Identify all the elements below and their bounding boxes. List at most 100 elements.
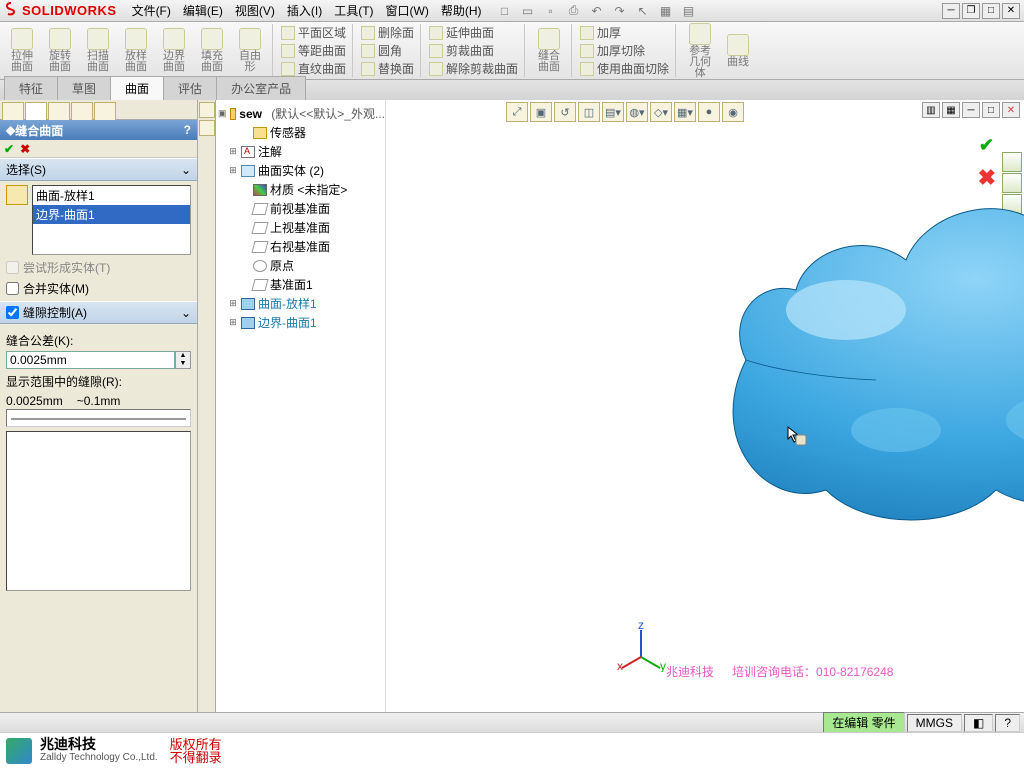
status-help-icon[interactable]: ? bbox=[995, 714, 1020, 732]
tree-top[interactable]: 上视基准面 bbox=[270, 219, 330, 236]
rb-thicken[interactable]: 加厚 bbox=[580, 24, 669, 41]
expand-icon[interactable]: ⊞ bbox=[228, 317, 238, 328]
tree-origin[interactable]: 原点 bbox=[270, 257, 294, 274]
rb-sweep-surface[interactable]: 扫描曲面 bbox=[82, 28, 114, 73]
vt-zoomfit-icon[interactable]: ⤢ bbox=[506, 102, 528, 122]
tp-lib-icon[interactable] bbox=[1002, 173, 1022, 193]
confirm-cancel-icon[interactable]: ✖ bbox=[978, 165, 996, 191]
tp-appear-icon[interactable] bbox=[1002, 236, 1022, 256]
tree-surfbodies[interactable]: 曲面实体 (2) bbox=[258, 162, 324, 179]
vt-appear-icon[interactable]: ● bbox=[698, 102, 720, 122]
vt-display-icon[interactable]: ◍▾ bbox=[626, 102, 648, 122]
pm-help-icon[interactable]: ? bbox=[184, 123, 191, 137]
rb-knit[interactable]: 缝合曲面 bbox=[533, 28, 565, 73]
range-slider[interactable] bbox=[6, 409, 191, 427]
doc-casc-icon[interactable]: ▦ bbox=[942, 102, 960, 118]
rb-extrude-surface[interactable]: 拉伸曲面 bbox=[6, 28, 38, 73]
rb-deleteface[interactable]: 删除面 bbox=[361, 24, 414, 41]
graphics-viewport[interactable]: ⤢ ▣ ↺ ◫ ▤▾ ◍▾ ◇▾ ▦▾ ● ◉ ▥ ▦ ─ □ ✕ ✔ ✖ bbox=[386, 100, 1024, 712]
vt-zoomarea-icon[interactable]: ▣ bbox=[530, 102, 552, 122]
qat-open-icon[interactable]: ▭ bbox=[518, 2, 538, 20]
tree-front[interactable]: 前视基准面 bbox=[270, 200, 330, 217]
chk-gap-control[interactable] bbox=[6, 306, 19, 319]
mtb-1-icon[interactable] bbox=[199, 102, 215, 118]
tp-custom-icon[interactable] bbox=[1002, 257, 1022, 277]
rb-thickencut[interactable]: 加厚切除 bbox=[580, 42, 669, 59]
mtb-2-icon[interactable] bbox=[199, 120, 215, 136]
tree-material[interactable]: 材质 <未指定> bbox=[270, 181, 347, 198]
gap-list[interactable] bbox=[6, 431, 191, 591]
status-extra-icon[interactable]: ◧ bbox=[964, 714, 993, 732]
vt-hide-icon[interactable]: ◇▾ bbox=[650, 102, 672, 122]
rb-trim[interactable]: 剪裁曲面 bbox=[429, 42, 518, 59]
rb-offset[interactable]: 等距曲面 bbox=[281, 42, 346, 59]
tab-sketch[interactable]: 草图 bbox=[57, 76, 111, 100]
pm-tab-dim-icon[interactable] bbox=[71, 102, 93, 120]
menu-view[interactable]: 视图(V) bbox=[230, 0, 280, 21]
rb-fill-surface[interactable]: 填充曲面 bbox=[196, 28, 228, 73]
pm-tab-config-icon[interactable] bbox=[48, 102, 70, 120]
tree-root[interactable]: sew bbox=[239, 107, 262, 121]
tp-home-icon[interactable] bbox=[1002, 152, 1022, 172]
tree-loft[interactable]: 曲面-放样1 bbox=[258, 295, 317, 312]
expand-icon[interactable]: ⊞ bbox=[228, 146, 238, 157]
rb-cutwithsurf[interactable]: 使用曲面切除 bbox=[580, 60, 669, 77]
rb-boundary-surface[interactable]: 边界曲面 bbox=[158, 28, 190, 73]
pm-cancel-icon[interactable]: ✖ bbox=[20, 142, 30, 156]
pm-section-gap[interactable]: 缝隙控制(A) ⌄ bbox=[0, 301, 197, 324]
tolerance-input[interactable] bbox=[6, 351, 175, 369]
qat-save-icon[interactable]: ▫ bbox=[541, 2, 561, 20]
tree-plane1[interactable]: 基准面1 bbox=[270, 276, 313, 293]
rb-curves[interactable]: 曲线 bbox=[722, 34, 754, 68]
status-units[interactable]: MMGS bbox=[907, 714, 962, 732]
tab-surfaces[interactable]: 曲面 bbox=[110, 76, 164, 100]
pm-tab-disp-icon[interactable] bbox=[94, 102, 116, 120]
qat-options-icon[interactable]: ▤ bbox=[679, 2, 699, 20]
pm-tab-feature-icon[interactable] bbox=[2, 102, 24, 120]
win-max-icon[interactable]: □ bbox=[982, 3, 1000, 19]
doc-close-icon[interactable]: ✕ bbox=[1002, 102, 1020, 118]
vt-section-icon[interactable]: ◫ bbox=[578, 102, 600, 122]
doc-tile-icon[interactable]: ▥ bbox=[922, 102, 940, 118]
menu-edit[interactable]: 编辑(E) bbox=[178, 0, 228, 21]
qat-new-icon[interactable]: □ bbox=[495, 2, 515, 20]
rb-refgeom[interactable]: 参考几何体 bbox=[684, 23, 716, 79]
qat-undo-icon[interactable]: ↶ bbox=[587, 2, 607, 20]
vt-prev-icon[interactable]: ↺ bbox=[554, 102, 576, 122]
pm-ok-icon[interactable]: ✔ bbox=[4, 142, 14, 156]
confirm-ok-icon[interactable]: ✔ bbox=[979, 135, 994, 156]
qat-select-icon[interactable]: ↖ bbox=[633, 2, 653, 20]
win-close-icon[interactable]: ✕ bbox=[1002, 3, 1020, 19]
rb-extend[interactable]: 延伸曲面 bbox=[429, 24, 518, 41]
expand-icon[interactable]: ⊞ bbox=[228, 298, 238, 309]
menu-window[interactable]: 窗口(W) bbox=[381, 0, 434, 21]
win-restore-icon[interactable]: ❐ bbox=[962, 3, 980, 19]
tree-sensors[interactable]: 传感器 bbox=[270, 124, 306, 141]
tp-explorer-icon[interactable] bbox=[1002, 194, 1022, 214]
tolerance-spinner[interactable]: ▲▼ bbox=[175, 351, 191, 369]
vt-orient-icon[interactable]: ▤▾ bbox=[602, 102, 624, 122]
sel-item-0[interactable]: 曲面-放样1 bbox=[33, 186, 190, 205]
menu-help[interactable]: 帮助(H) bbox=[436, 0, 487, 21]
tree-boundary[interactable]: 边界-曲面1 bbox=[258, 314, 317, 331]
sel-item-1[interactable]: 边界-曲面1 bbox=[33, 205, 190, 224]
menu-tools[interactable]: 工具(T) bbox=[329, 0, 378, 21]
collapse-icon[interactable]: ⌄ bbox=[181, 163, 191, 177]
rb-revolve-surface[interactable]: 旋转曲面 bbox=[44, 28, 76, 73]
vt-render-icon[interactable]: ◉ bbox=[722, 102, 744, 122]
tree-collapse-icon[interactable]: ▣ bbox=[218, 108, 227, 119]
tab-features[interactable]: 特征 bbox=[4, 76, 58, 100]
qat-rebuild-icon[interactable]: ▦ bbox=[656, 2, 676, 20]
pm-tab-pm-icon[interactable] bbox=[25, 102, 47, 120]
doc-max-icon[interactable]: □ bbox=[982, 102, 1000, 118]
tree-right[interactable]: 右视基准面 bbox=[270, 238, 330, 255]
rb-untrim[interactable]: 解除剪裁曲面 bbox=[429, 60, 518, 77]
expand-icon[interactable]: ⊞ bbox=[228, 165, 238, 176]
qat-redo-icon[interactable]: ↷ bbox=[610, 2, 630, 20]
rb-ruled[interactable]: 直纹曲面 bbox=[281, 60, 346, 77]
tab-office[interactable]: 办公室产品 bbox=[216, 76, 306, 100]
rb-loft-surface[interactable]: 放样曲面 bbox=[120, 28, 152, 73]
tree-annotations[interactable]: 注解 bbox=[258, 143, 282, 160]
pm-section-select[interactable]: 选择(S) ⌄ bbox=[0, 158, 197, 181]
qat-print-icon[interactable]: ⎙ bbox=[564, 2, 584, 20]
